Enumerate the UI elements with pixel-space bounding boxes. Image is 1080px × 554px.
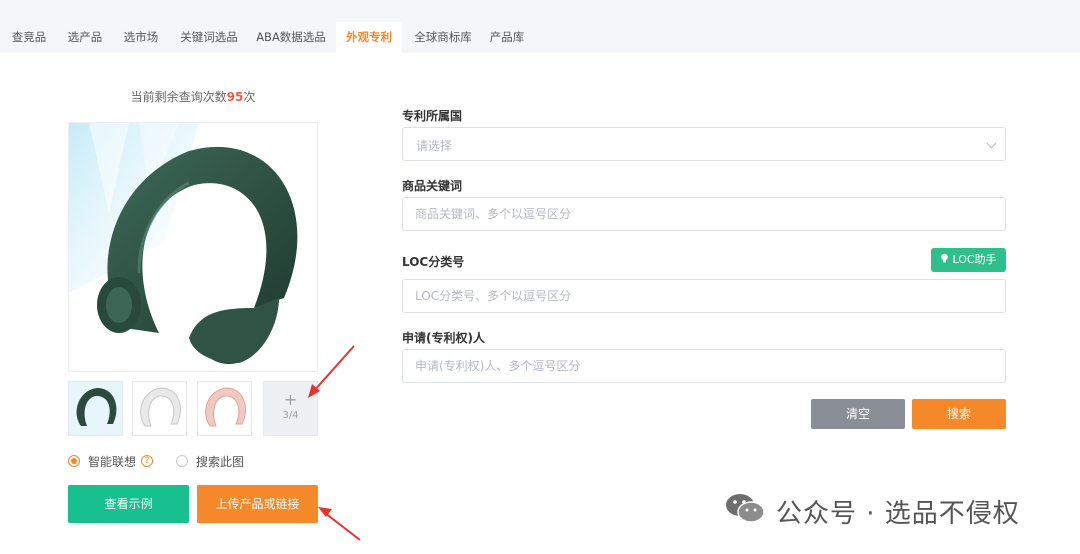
thumbnail-green-image — [69, 382, 122, 435]
quota-suffix: 次 — [243, 90, 256, 104]
applicant-input[interactable] — [403, 350, 1005, 382]
applicant-label: 申请(专利权)人 — [402, 331, 485, 345]
quota-number: 95 — [226, 90, 244, 104]
tab-aba-data[interactable]: ABA数据选品 — [252, 22, 330, 53]
help-icon[interactable]: ? — [141, 455, 154, 467]
loc-field-wrapper — [402, 279, 1006, 313]
radio-search-this-image[interactable]: 搜索此图 — [176, 453, 244, 469]
country-label: 专利所属国 — [402, 109, 463, 123]
tab-select-product[interactable]: 选产品 — [62, 22, 108, 53]
top-tab-bar: 查竞品 选产品 选市场 关键词选品 ABA数据选品 外观专利 全球商标库 产品库 — [0, 0, 1080, 53]
arrow-to-add-image — [312, 345, 355, 393]
clear-button[interactable]: 清空 — [811, 399, 905, 429]
search-button[interactable]: 搜索 — [912, 399, 1006, 429]
radio-search-label: 搜索此图 — [196, 454, 245, 469]
wechat-watermark: 公众号 · 选品不侵权 — [724, 491, 1020, 531]
image-count: 3/4 — [282, 410, 299, 421]
neck-fan-image — [69, 123, 298, 364]
arrowhead-upload — [318, 507, 332, 517]
upload-product-button[interactable]: 上传产品或链接 — [197, 485, 318, 523]
plus-icon: + — [283, 390, 298, 409]
loc-helper-label: LOC助手 — [952, 253, 997, 266]
keyword-label: 商品关键词 — [402, 179, 463, 193]
arrow-to-upload — [324, 512, 361, 541]
wechat-icon — [724, 491, 766, 532]
tab-global-trademark[interactable]: 全球商标库 — [408, 22, 478, 53]
tab-competitor[interactable]: 查竞品 — [6, 22, 52, 53]
keyword-field-wrapper — [402, 197, 1006, 231]
thumbnail-pink[interactable] — [197, 381, 252, 436]
country-select-placeholder: 请选择 — [416, 139, 453, 153]
radio-smart-association[interactable]: 智能联想 ? — [68, 453, 154, 469]
remaining-query-count: 当前剩余查询次数95次 — [68, 88, 318, 105]
lightbulb-icon — [940, 249, 949, 273]
product-main-image — [68, 122, 318, 372]
loc-input[interactable] — [403, 280, 1005, 312]
watermark-text: 公众号 · 选品不侵权 — [776, 498, 1020, 529]
thumbnail-white-image — [133, 382, 186, 435]
tab-select-market[interactable]: 选市场 — [118, 22, 164, 53]
thumbnail-pink-image — [198, 382, 251, 435]
country-select[interactable]: 请选择 — [402, 127, 1006, 161]
radio-smart-label: 智能联想 — [88, 454, 137, 469]
loc-label: LOC分类号 — [402, 255, 465, 269]
tab-keyword-select[interactable]: 关键词选品 — [174, 22, 244, 53]
tab-design-patent[interactable]: 外观专利 — [336, 22, 402, 53]
radio-unchecked-icon — [176, 455, 188, 467]
thumbnail-white[interactable] — [132, 381, 187, 436]
chevron-down-icon — [986, 138, 997, 149]
quota-prefix: 当前剩余查询次数 — [130, 90, 227, 104]
thumbnail-green[interactable] — [68, 381, 123, 436]
view-example-button[interactable]: 查看示例 — [68, 485, 189, 523]
applicant-field-wrapper — [402, 349, 1006, 383]
loc-helper-button[interactable]: LOC助手 — [931, 248, 1006, 272]
add-image-slot[interactable]: + 3/4 — [263, 381, 318, 436]
keyword-input[interactable] — [403, 198, 1005, 230]
radio-checked-icon — [68, 455, 80, 467]
tab-product-library[interactable]: 产品库 — [484, 22, 530, 53]
